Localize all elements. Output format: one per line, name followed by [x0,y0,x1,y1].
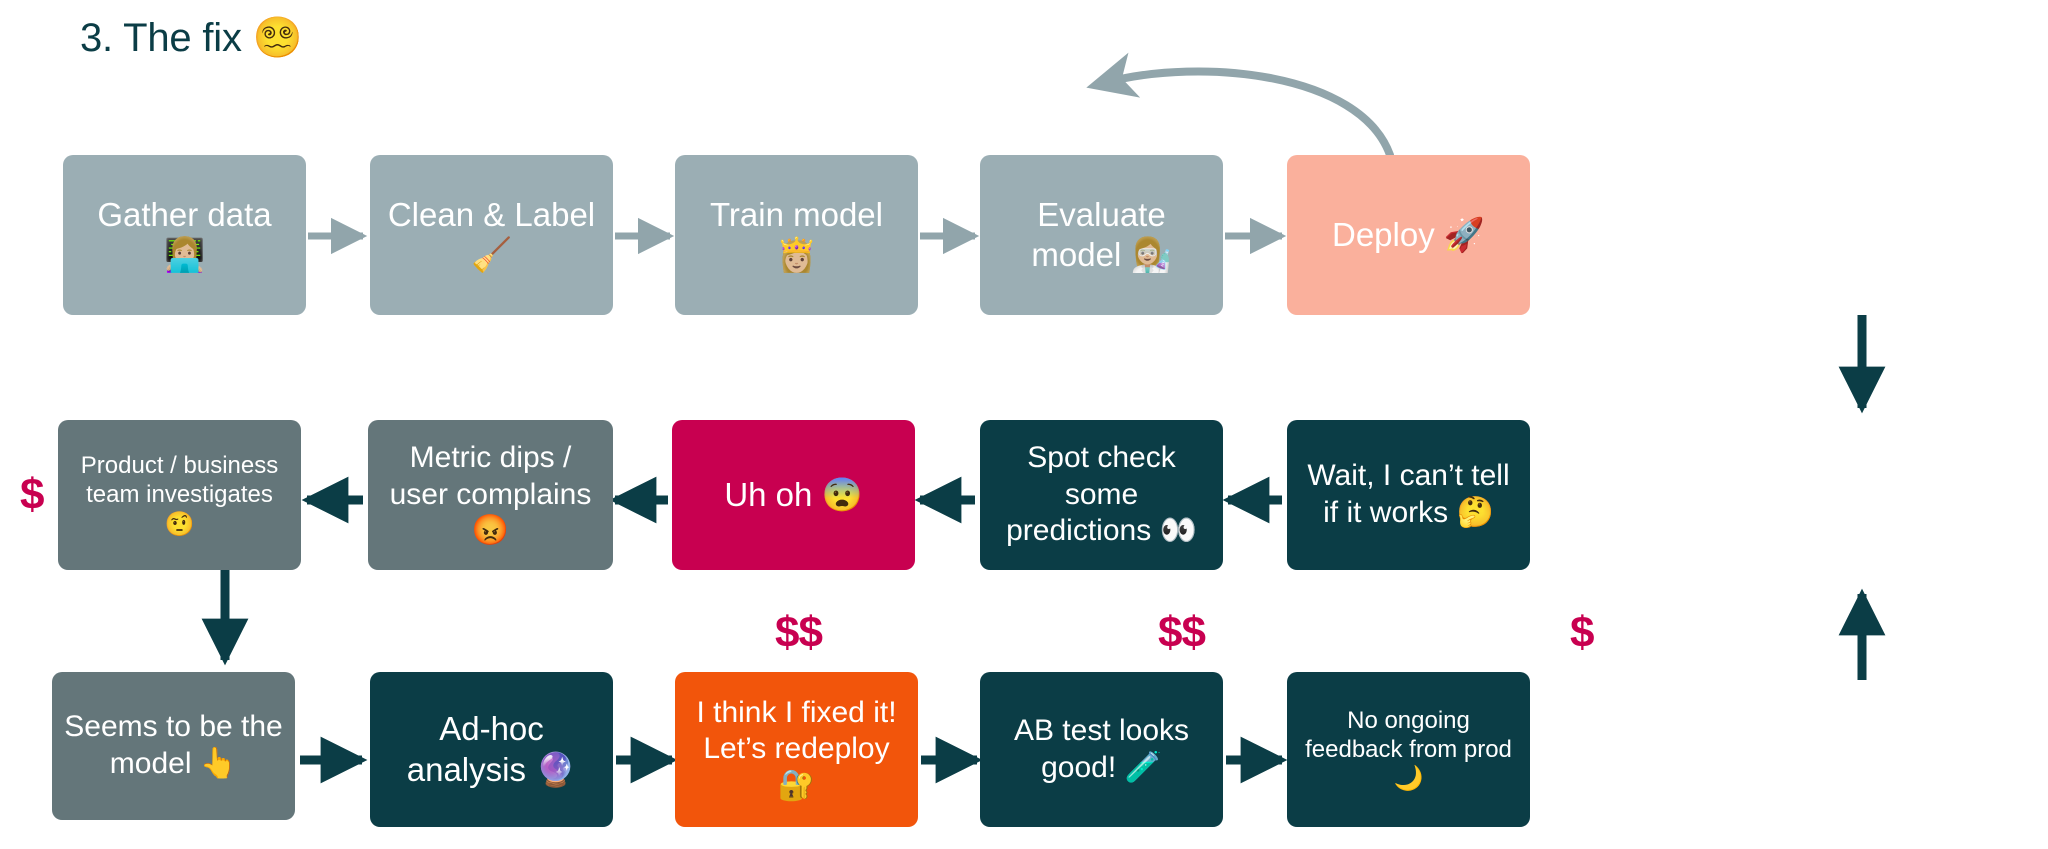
node-i-think-i-fixed-it[interactable]: I think I fixed it! Let’s redeploy 🔐 [675,672,918,827]
cost-marker-ad-hoc: $$ [775,608,823,657]
node-seems-to-be-the-model[interactable]: Seems to be the model 👆 [52,672,295,820]
node-clean-and-label[interactable]: Clean & Label 🧹 [370,155,613,315]
node-metric-dips-user-complains[interactable]: Metric dips / user complains 😡 [368,420,613,570]
cost-marker-ab-test: $ [1570,608,1595,657]
node-no-ongoing-feedback-from-prod[interactable]: No ongoing feedback from prod 🌙 [1287,672,1530,827]
node-spot-check-predictions[interactable]: Spot check some predictions 👀 [980,420,1223,570]
node-wait-cant-tell-if-it-works[interactable]: Wait, I can’t tell if it works 🤔 [1287,420,1530,570]
node-deploy[interactable]: Deploy 🚀 [1287,155,1530,315]
node-uh-oh[interactable]: Uh oh 😨 [672,420,915,570]
node-ab-test-looks-good[interactable]: AB test looks good! 🧪 [980,672,1223,827]
node-product-business-team-investigates[interactable]: Product / business team investigates 🤨 [58,420,301,570]
node-train-model[interactable]: Train model 👸🏼 [675,155,918,315]
node-evaluate-model[interactable]: Evaluate model 👩🏼‍🔬 [980,155,1223,315]
cost-marker-redeploy: $$ [1158,608,1206,657]
page-title: 3. The fix 😵‍💫 [80,16,303,60]
cost-marker-left: $ [20,470,45,519]
node-gather-data[interactable]: Gather data 👩🏼‍💻 [63,155,306,315]
arrow-evaluate-back-to-train [1086,52,1394,159]
node-ad-hoc-analysis[interactable]: Ad-hoc analysis 🔮 [370,672,613,827]
